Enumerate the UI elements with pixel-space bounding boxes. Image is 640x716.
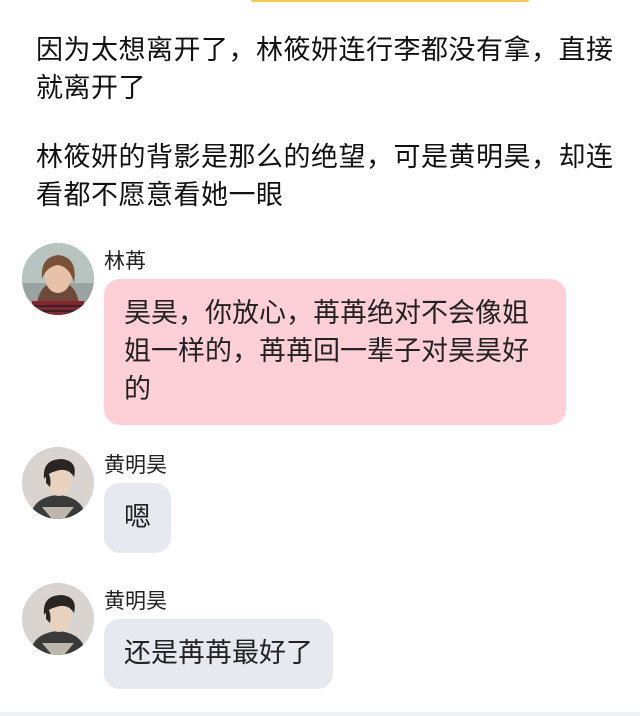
narration-paragraph: 因为太想离开了，林筱妍连行李都没有拿，直接就离开了 (36, 35, 614, 104)
chat-message: 黄明昊 嗯 (22, 447, 618, 557)
message-bubble[interactable]: 嗯 (104, 483, 171, 553)
message-bubble[interactable]: 昊昊，你放心，苒苒绝对不会像姐姐一样的，苒苒回一辈子对昊昊好的 (104, 279, 566, 425)
sender-name: 黄明昊 (104, 453, 167, 477)
boy-avatar-icon (22, 447, 94, 519)
boy-avatar-icon (22, 583, 94, 655)
sender-name: 林苒 (104, 249, 146, 273)
message-bubble[interactable]: 还是苒苒最好了 (104, 619, 333, 689)
avatar[interactable] (22, 583, 94, 655)
avatar[interactable] (22, 447, 94, 519)
top-decoration (250, 0, 530, 2)
chat-message: 林苒 昊昊，你放心，苒苒绝对不会像姐姐一样的，苒苒回一辈子对昊昊好的 (22, 243, 618, 425)
bottom-divider (0, 712, 640, 716)
narration-paragraph: 林筱妍的背影是那么的绝望，可是黄明昊，却连看都不愿意看她一眼 (36, 142, 614, 211)
avatar[interactable] (22, 243, 94, 315)
chat-message: 黄明昊 还是苒苒最好了 (22, 583, 618, 698)
girl-avatar-icon (22, 243, 94, 315)
sender-name: 黄明昊 (104, 589, 167, 613)
